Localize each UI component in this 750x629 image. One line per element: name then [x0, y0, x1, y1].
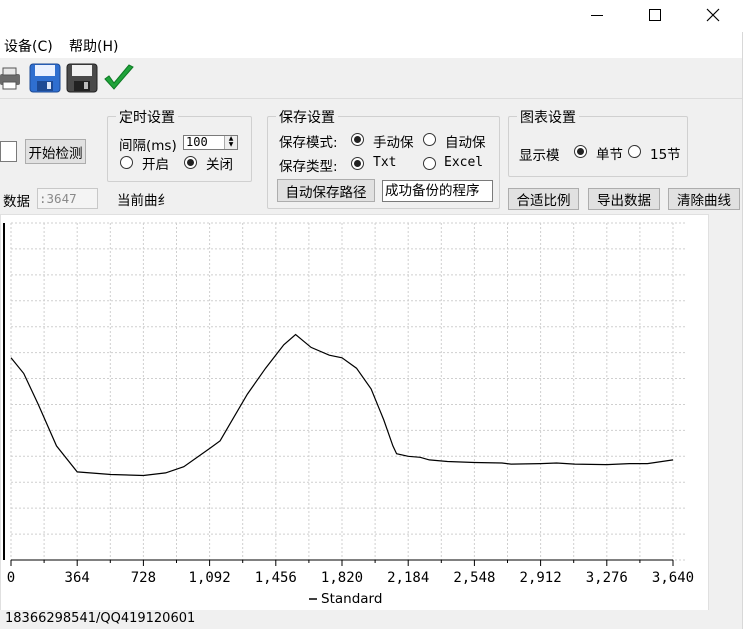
save-mode-manual-radio[interactable]	[351, 133, 364, 146]
x-tick-label: 2,184	[387, 570, 429, 586]
data-label: 数据	[3, 194, 30, 210]
start-detect-button[interactable]: 开始检测	[25, 139, 86, 164]
save-mode-manual-label: 手动保	[373, 135, 414, 151]
fifteen-mode-radio[interactable]	[628, 145, 641, 158]
backup-status-field: 成功备份的程序	[382, 180, 493, 202]
interval-value: 100	[186, 135, 208, 149]
save-button[interactable]	[29, 63, 61, 93]
save-type-txt-radio[interactable]	[351, 157, 364, 170]
current-curve-label: 当前曲纟	[117, 193, 171, 209]
maximize-button[interactable]	[632, 0, 678, 30]
auto-save-path-button[interactable]: 自动保存路径	[277, 179, 375, 202]
status-contact-text: 18366298541/QQ419120601	[5, 611, 196, 626]
minimize-button[interactable]	[574, 0, 620, 30]
legend-label: Standard	[321, 591, 382, 607]
status-bar: 18366298541/QQ419120601	[0, 610, 742, 629]
x-tick-label: 2,912	[520, 570, 562, 586]
chart-panel: 0 364 728 1,092 1,456 1,820 2,184 2,548 2,912 3,2…	[0, 214, 709, 612]
single-mode-radio[interactable]	[574, 145, 587, 158]
line-chart[interactable]: 0 364 728 1,092 1,456 1,820 2,184 2,548 2,912 3,2…	[1, 215, 708, 611]
timer-off-label: 关闭	[206, 157, 233, 173]
save-as-icon	[66, 63, 98, 93]
x-tick-label: 364	[65, 570, 90, 586]
interval-input[interactable]: 100 ▲ ▼	[183, 135, 238, 150]
checkmark-icon	[104, 64, 134, 90]
close-button[interactable]	[690, 0, 736, 30]
interval-label: 间隔(ms)	[119, 138, 177, 154]
close-icon	[706, 8, 720, 22]
x-tick-label: 3,276	[586, 570, 628, 586]
x-tick-label: 1,456	[255, 570, 297, 586]
fit-scale-button[interactable]: 合适比例	[508, 188, 579, 210]
x-tick-label: 3,640	[652, 570, 694, 586]
save-mode-auto-label: 自动保	[445, 135, 486, 151]
window-edge	[742, 32, 750, 629]
x-tick-label: 1,092	[189, 570, 231, 586]
save-icon	[29, 63, 61, 93]
save-settings-title: 保存设置	[276, 107, 338, 127]
chart-settings-title: 图表设置	[517, 107, 579, 127]
x-tick-label: 1,820	[321, 570, 363, 586]
minimize-icon	[591, 14, 603, 16]
save-type-label: 保存类型:	[279, 159, 338, 175]
save-type-excel-label: Excel	[444, 155, 484, 170]
confirm-button[interactable]	[103, 64, 135, 92]
save-type-txt-label: Txt	[373, 155, 397, 170]
save-as-button[interactable]	[66, 63, 98, 93]
display-mode-label: 显示模	[519, 148, 560, 164]
interval-spinner[interactable]: ▲ ▼	[224, 136, 237, 149]
save-mode-auto-radio[interactable]	[423, 133, 436, 146]
print-button[interactable]	[0, 64, 22, 92]
export-data-button[interactable]: 导出数据	[588, 188, 660, 210]
single-mode-label: 单节	[596, 147, 623, 163]
timer-off-radio[interactable]	[184, 156, 197, 169]
data-count-field: :3647	[37, 188, 98, 209]
port-select[interactable]	[0, 141, 17, 162]
clear-curve-button[interactable]: 清除曲线	[668, 188, 740, 210]
x-tick-label: 0	[7, 570, 15, 586]
timer-group-title: 定时设置	[116, 107, 178, 127]
x-tick-label: 728	[131, 570, 156, 586]
fifteen-mode-label: 15节	[650, 147, 681, 163]
maximize-icon	[649, 9, 661, 21]
timer-on-radio[interactable]	[120, 156, 133, 169]
printer-icon	[0, 67, 20, 90]
menu-help[interactable]: 帮助(H)	[69, 36, 118, 56]
save-mode-label: 保存模式:	[279, 135, 338, 151]
timer-on-label: 开启	[142, 157, 169, 173]
save-type-excel-radio[interactable]	[423, 157, 436, 170]
menu-device[interactable]: 设备(C)	[4, 36, 53, 56]
x-tick-label: 2,548	[453, 570, 495, 586]
